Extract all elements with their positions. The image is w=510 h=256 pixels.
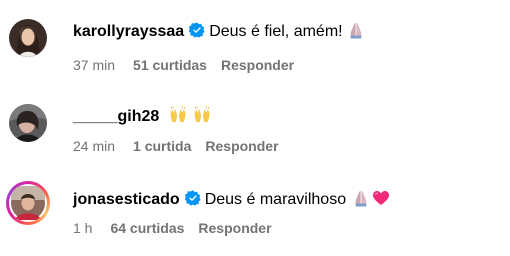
comment-meta: 37 min 51 curtidas Responder [73,56,294,74]
pink-heart-emoji-icon [372,189,390,213]
raising-hands-emoji-icon [169,106,187,130]
avatar [9,184,47,222]
timestamp[interactable]: 1 h [73,219,92,237]
comment-line: jonasesticado Deus é maravilhoso [73,189,390,213]
timestamp[interactable]: 24 min [73,137,115,155]
avatar-story-ring[interactable] [6,181,50,225]
raising-hands-emoji-icon [193,106,211,130]
reply-button[interactable]: Responder [198,219,271,237]
likes-count[interactable]: 64 curtidas [110,219,184,237]
timestamp[interactable]: 37 min [73,56,115,74]
comment-line: karollyrayssaa Deus é fiel, amém! [73,21,365,45]
username[interactable]: jonasesticado [73,191,180,208]
avatar[interactable] [9,19,47,57]
praying-hands-emoji-icon [352,189,370,213]
comment-text: Deus é maravilhoso [204,191,347,208]
reply-button[interactable]: Responder [205,137,278,155]
likes-count[interactable]: 1 curtida [133,137,191,155]
comment-text: Deus é fiel, amém! [209,23,343,40]
comment-meta: 24 min 1 curtida Responder [73,137,279,155]
likes-count[interactable]: 51 curtidas [133,56,207,74]
username[interactable]: karollyrayssaa [73,23,184,40]
comment-line: _____gih28 [73,106,211,130]
verified-badge-icon [188,22,205,44]
avatar-photo [9,19,47,57]
reply-button[interactable]: Responder [221,56,294,74]
praying-hands-emoji-icon [347,21,365,45]
avatar-photo [9,104,47,142]
verified-badge-icon [184,190,201,212]
avatar-photo [11,186,45,220]
username[interactable]: _____gih28 [73,108,159,125]
comment-meta: 1 h 64 curtidas Responder [73,219,272,237]
avatar[interactable] [9,104,47,142]
